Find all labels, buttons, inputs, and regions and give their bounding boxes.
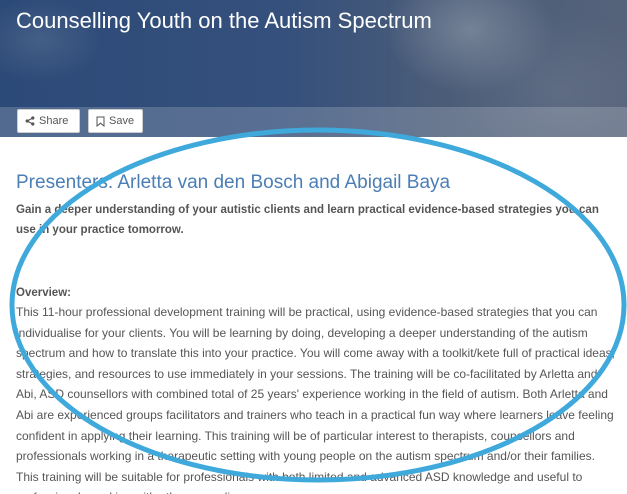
share-icon xyxy=(25,116,35,126)
lead-text: Gain a deeper understanding of your auti… xyxy=(16,204,599,236)
save-label: Save xyxy=(109,115,135,127)
overview-label: Overview: xyxy=(16,287,71,299)
save-button[interactable]: Save xyxy=(88,109,143,133)
page-title: Counselling Youth on the Autism Spectrum xyxy=(16,8,432,33)
share-button[interactable]: Share xyxy=(17,109,80,133)
overview-body: This 11-hour professional development tr… xyxy=(16,305,615,494)
share-label: Share xyxy=(39,115,69,127)
bookmark-icon xyxy=(96,116,105,127)
presenters-heading: Presenters: Arletta van den Bosch and Ab… xyxy=(16,172,451,193)
